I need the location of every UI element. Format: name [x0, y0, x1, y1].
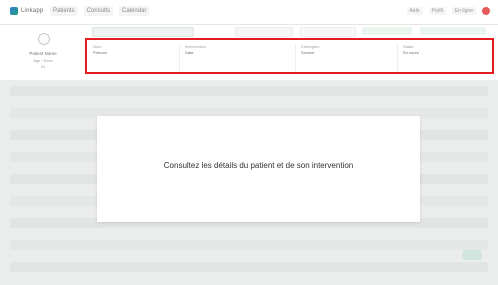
- info-column-status: Statut En cours: [403, 44, 489, 72]
- status-indicator-icon: [482, 7, 490, 15]
- toolbar: [90, 27, 492, 37]
- tooltip-message: Consultez les détails du patient et de s…: [163, 161, 354, 170]
- nav-item-patients[interactable]: Patients: [50, 6, 78, 16]
- patient-summary-panel: Patient Name Age / Sexe ID: [0, 28, 86, 84]
- onboarding-tooltip: Consultez les détails du patient et de s…: [97, 116, 420, 222]
- patient-name: Patient Name: [29, 51, 57, 56]
- nav-item-calendar[interactable]: Calendar: [119, 6, 150, 16]
- info-column-surgeon: Chirurgien Service: [301, 44, 391, 72]
- sort-dropdown[interactable]: [300, 27, 356, 37]
- action-button[interactable]: [362, 27, 412, 35]
- logo-icon: [10, 7, 18, 15]
- status-label: En ligne: [451, 7, 476, 15]
- avatar: [38, 33, 50, 45]
- profile-button[interactable]: Profil: [428, 7, 446, 15]
- topbar-actions: Aide Profil En ligne: [406, 7, 490, 15]
- column-divider: [179, 44, 180, 72]
- info-value: En cours: [403, 50, 419, 55]
- patient-age-sex: Age / Sexe: [33, 58, 53, 63]
- main-nav: Patients Consults Calendar: [50, 6, 150, 18]
- column-divider: [397, 44, 398, 72]
- search-field[interactable]: [92, 27, 194, 37]
- filter-dropdown[interactable]: [235, 27, 293, 37]
- info-value: Prénom: [93, 50, 108, 55]
- primary-action-button[interactable]: [420, 27, 486, 35]
- patient-intervention-details: Nom Prénom Intervention Date Chirurgien …: [85, 38, 494, 74]
- info-column-intervention: Intervention Date: [185, 44, 285, 72]
- top-navigation-bar: Linkapp Patients Consults Calendar Aide …: [0, 0, 498, 25]
- column-divider: [295, 44, 296, 72]
- help-button[interactable]: Aide: [406, 7, 423, 15]
- info-value: Date: [185, 50, 194, 55]
- info-column-name: Nom Prénom: [93, 44, 173, 72]
- brand-logo[interactable]: Linkapp: [10, 7, 44, 15]
- brand-name: Linkapp: [21, 8, 44, 14]
- info-value: Service: [301, 50, 315, 55]
- patient-id: ID: [41, 64, 45, 69]
- nav-item-consults[interactable]: Consults: [83, 6, 114, 16]
